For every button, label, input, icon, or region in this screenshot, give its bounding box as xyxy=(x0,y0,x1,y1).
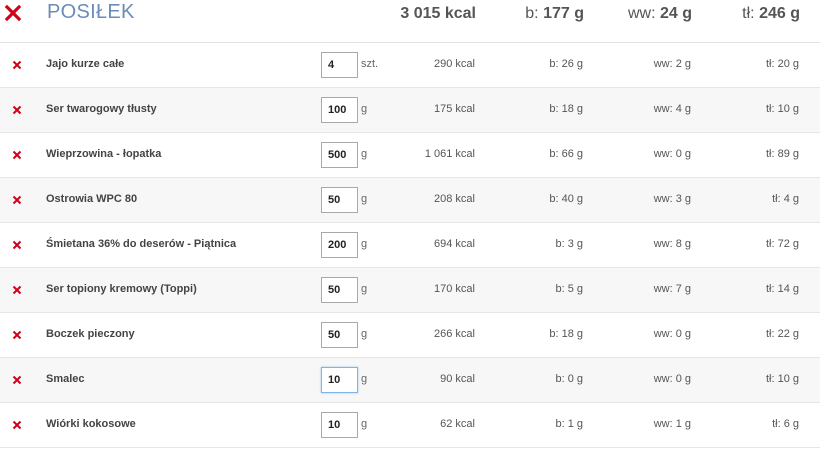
meal-header: POSIŁEK 3 015 kcal b: 177 g ww: 24 g tł:… xyxy=(0,0,820,43)
item-kcal: 170 kcal xyxy=(434,283,475,295)
item-fat: tł: 10 g xyxy=(765,373,799,385)
close-x-icon[interactable] xyxy=(3,3,23,23)
item-kcal: 290 kcal xyxy=(434,58,475,70)
carbs-value: 24 g xyxy=(659,5,692,22)
item-carbs: ww: 0 g xyxy=(653,373,691,385)
item-protein: b: 18 g xyxy=(549,103,583,115)
meal-title: POSIŁEK xyxy=(47,1,135,23)
remove-item-icon[interactable] xyxy=(12,240,22,250)
item-fat: tł: 4 g xyxy=(772,193,799,205)
food-item-row: Ostrowia WPC 80 g 208 kcal b: 40 g ww: 3… xyxy=(0,178,820,223)
quantity-unit: szt. xyxy=(361,58,379,70)
quantity-input[interactable] xyxy=(321,367,358,393)
quantity-unit: g xyxy=(361,103,368,115)
quantity-input[interactable] xyxy=(321,232,358,258)
food-item-name: Boczek pieczony xyxy=(46,328,135,340)
item-carbs: ww: 0 g xyxy=(653,148,691,160)
item-carbs: ww: 1 g xyxy=(653,418,691,430)
item-carbs: ww: 3 g xyxy=(653,193,691,205)
item-carbs: ww: 4 g xyxy=(653,103,691,115)
item-fat: tł: 20 g xyxy=(765,58,799,70)
food-item-list: Jajo kurze całe szt. 290 kcal b: 26 g ww… xyxy=(0,43,820,448)
item-protein: b: 66 g xyxy=(549,148,583,160)
food-item-name: Wieprzowina - łopatka xyxy=(46,148,162,160)
quantity-unit: g xyxy=(361,148,368,160)
protein-label: b: xyxy=(525,5,539,22)
quantity-unit: g xyxy=(361,193,368,205)
item-fat: tł: 89 g xyxy=(765,148,799,160)
item-kcal: 1 061 kcal xyxy=(424,148,475,160)
remove-item-icon[interactable] xyxy=(12,150,22,160)
meal-total-protein: b: 177 g xyxy=(525,5,584,23)
item-kcal: 208 kcal xyxy=(434,193,475,205)
item-fat: tł: 72 g xyxy=(765,238,799,250)
fat-value: 246 g xyxy=(759,5,800,22)
remove-item-icon[interactable] xyxy=(12,420,22,430)
food-item-row: Ser topiony kremowy (Toppi) g 170 kcal b… xyxy=(0,268,820,313)
food-item-name: Wiórki kokosowe xyxy=(46,418,136,430)
food-item-row: Wieprzowina - łopatka g 1 061 kcal b: 66… xyxy=(0,133,820,178)
item-carbs: ww: 2 g xyxy=(653,58,691,70)
quantity-unit: g xyxy=(361,418,368,430)
item-carbs: ww: 0 g xyxy=(653,328,691,340)
quantity-unit: g xyxy=(361,283,368,295)
quantity-input[interactable] xyxy=(321,97,358,123)
quantity-input[interactable] xyxy=(321,52,358,78)
quantity-unit: g xyxy=(361,328,368,340)
item-protein: b: 18 g xyxy=(549,328,583,340)
item-kcal: 266 kcal xyxy=(434,328,475,340)
food-item-row: Wiórki kokosowe g 62 kcal b: 1 g ww: 1 g… xyxy=(0,403,820,448)
item-protein: b: 1 g xyxy=(555,418,583,430)
item-fat: tł: 14 g xyxy=(765,283,799,295)
item-kcal: 694 kcal xyxy=(434,238,475,250)
meal-total-carbs: ww: 24 g xyxy=(628,5,692,23)
meal-total-kcal: 3 015 kcal xyxy=(400,5,476,22)
remove-item-icon[interactable] xyxy=(12,375,22,385)
food-item-row: Boczek pieczony g 266 kcal b: 18 g ww: 0… xyxy=(0,313,820,358)
item-kcal: 62 kcal xyxy=(440,418,475,430)
protein-value: 177 g xyxy=(543,5,584,22)
remove-item-icon[interactable] xyxy=(12,105,22,115)
quantity-input[interactable] xyxy=(321,322,358,348)
item-protein: b: 3 g xyxy=(555,238,583,250)
item-kcal: 175 kcal xyxy=(434,103,475,115)
item-carbs: ww: 7 g xyxy=(653,283,691,295)
food-item-name: Jajo kurze całe xyxy=(46,58,125,70)
food-item-name: Śmietana 36% do deserów - Piątnica xyxy=(46,238,237,250)
quantity-input[interactable] xyxy=(321,142,358,168)
item-carbs: ww: 8 g xyxy=(653,238,691,250)
quantity-input[interactable] xyxy=(321,187,358,213)
item-protein: b: 26 g xyxy=(549,58,583,70)
item-kcal: 90 kcal xyxy=(440,373,475,385)
fat-label: tł: xyxy=(742,5,755,22)
food-item-row: Śmietana 36% do deserów - Piątnica g 694… xyxy=(0,223,820,268)
item-protein: b: 5 g xyxy=(555,283,583,295)
quantity-input[interactable] xyxy=(321,412,358,438)
carbs-label: ww: xyxy=(627,5,656,22)
quantity-unit: g xyxy=(361,373,368,385)
food-item-name: Ostrowia WPC 80 xyxy=(46,193,138,205)
food-item-name: Smalec xyxy=(46,373,85,385)
item-fat: tł: 10 g xyxy=(765,103,799,115)
quantity-unit: g xyxy=(361,238,368,250)
meal-total-fat: tł: 246 g xyxy=(742,5,800,23)
food-item-row: Ser twarogowy tłusty g 175 kcal b: 18 g … xyxy=(0,88,820,133)
meal-panel: POSIŁEK 3 015 kcal b: 177 g ww: 24 g tł:… xyxy=(0,0,820,458)
item-protein: b: 40 g xyxy=(549,193,583,205)
item-protein: b: 0 g xyxy=(555,373,583,385)
remove-item-icon[interactable] xyxy=(12,285,22,295)
food-item-row: Smalec g 90 kcal b: 0 g ww: 0 g tł: 10 g xyxy=(0,358,820,403)
food-item-name: Ser twarogowy tłusty xyxy=(46,103,157,115)
item-fat: tł: 22 g xyxy=(765,328,799,340)
food-item-row: Jajo kurze całe szt. 290 kcal b: 26 g ww… xyxy=(0,43,820,88)
food-item-name: Ser topiony kremowy (Toppi) xyxy=(46,283,197,295)
remove-item-icon[interactable] xyxy=(12,330,22,340)
remove-item-icon[interactable] xyxy=(12,60,22,70)
item-fat: tł: 6 g xyxy=(772,418,799,430)
quantity-input[interactable] xyxy=(321,277,358,303)
remove-item-icon[interactable] xyxy=(12,195,22,205)
